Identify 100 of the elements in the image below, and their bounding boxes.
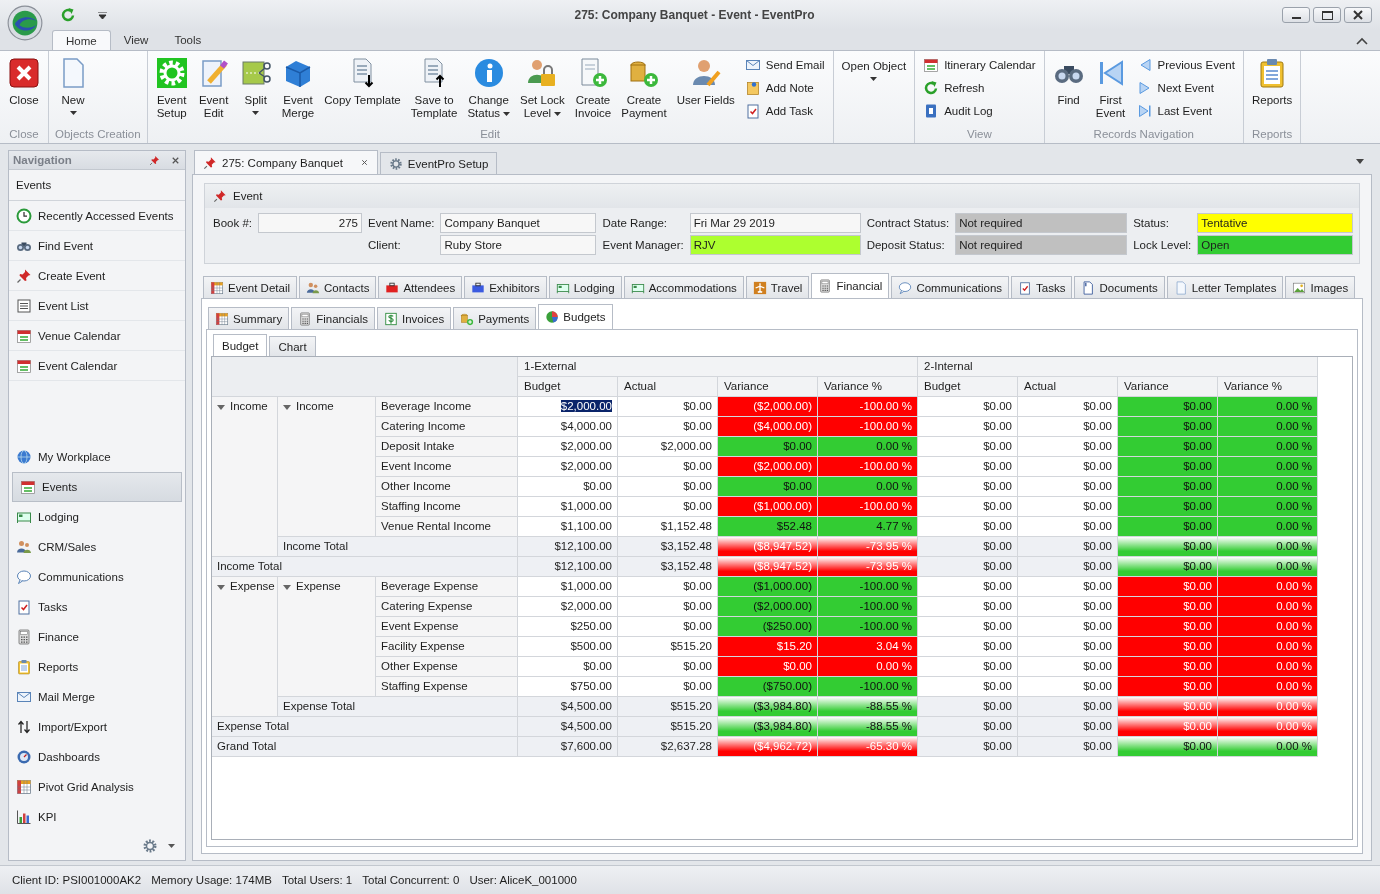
column-header[interactable]: Budget (518, 377, 618, 397)
ribbon-button[interactable]: Last Event (1136, 103, 1235, 119)
ribbon-button[interactable]: Split (235, 54, 276, 122)
ribbon-button[interactable]: Event Edit (193, 54, 234, 122)
caret-icon[interactable] (283, 403, 291, 411)
tab[interactable]: Contacts (299, 276, 377, 298)
tab[interactable]: Event Detail (203, 276, 297, 298)
tab[interactable]: Lodging (548, 276, 622, 298)
caret-icon[interactable] (98, 11, 107, 19)
maximize-button[interactable] (1313, 7, 1341, 23)
ribbon-tab[interactable]: Home (52, 30, 111, 50)
ribbon-button[interactable]: Create Payment (617, 54, 671, 122)
caret-icon[interactable] (1356, 159, 1364, 164)
nav-item[interactable]: Pivot Grid Analysis (9, 772, 185, 802)
document-tab[interactable]: EventPro Setup (379, 152, 498, 174)
nav-item[interactable]: Event List (9, 291, 185, 321)
ribbon-button[interactable]: Copy Template (320, 54, 405, 122)
tab[interactable]: Budget (213, 334, 268, 356)
input-field[interactable]: Not required (955, 235, 1128, 255)
column-header[interactable]: 2-Internal (918, 357, 1318, 377)
nav-item[interactable]: Mail Merge (9, 682, 185, 712)
nav-item[interactable]: Reports (9, 652, 185, 682)
tab[interactable]: Chart (269, 336, 316, 356)
close-button[interactable] (1344, 7, 1372, 23)
tab[interactable]: Images (1285, 276, 1356, 298)
input-field[interactable]: Not required (955, 213, 1128, 233)
tab[interactable]: Communications (891, 276, 1010, 298)
ribbon-button[interactable]: Refresh (923, 80, 1036, 96)
tab[interactable]: Letter Templates (1166, 276, 1284, 298)
tab[interactable]: Invoices (377, 307, 452, 329)
ribbon-button[interactable]: Event Merge (277, 54, 319, 122)
ribbon-button[interactable]: First Event (1090, 54, 1131, 122)
input-field[interactable]: Ruby Store (440, 235, 597, 255)
input-field[interactable]: Tentative (1197, 213, 1354, 233)
ribbon-button[interactable]: Open Object (837, 54, 911, 122)
input-field[interactable]: Open (1197, 235, 1354, 255)
document-tab[interactable]: 275: Company Banquet (194, 150, 378, 174)
configure-button[interactable] (142, 838, 175, 854)
input-field[interactable]: Fri Mar 29 2019 (689, 213, 861, 233)
ribbon-button[interactable]: Set Lock Level (516, 54, 569, 122)
nav-item[interactable]: CRM/Sales (9, 532, 185, 562)
nav-item[interactable]: Communications (9, 562, 185, 592)
tab[interactable]: Budgets (538, 304, 613, 329)
tab[interactable]: Summary (208, 307, 290, 329)
nav-item[interactable]: Import/Export (9, 712, 185, 742)
nav-item[interactable]: Dashboards (9, 742, 185, 772)
caret-icon[interactable] (217, 403, 225, 411)
input-field[interactable]: 275 (258, 213, 362, 233)
ribbon-button[interactable]: Reports (1247, 54, 1297, 122)
tab[interactable]: Payments (453, 307, 537, 329)
column-header[interactable]: Actual (1018, 377, 1118, 397)
ribbon-button[interactable]: Create Invoice (570, 54, 616, 122)
column-header[interactable]: Variance % (1218, 377, 1318, 397)
ribbon-button[interactable]: Audit Log (923, 103, 1036, 119)
minimize-button[interactable] (1282, 7, 1310, 23)
ribbon-button[interactable]: Close (4, 54, 44, 122)
chevron-icon[interactable] (1356, 37, 1368, 45)
ribbon-button[interactable]: Add Task (744, 103, 825, 119)
column-header[interactable]: Variance (1118, 377, 1218, 397)
input-field[interactable]: Company Banquet (440, 213, 597, 233)
ribbon-button[interactable]: Event Setup (151, 54, 192, 122)
tab[interactable]: Financials (291, 307, 375, 329)
tab[interactable]: Documents (1074, 276, 1165, 298)
ribbon-button[interactable]: Change Status (463, 54, 515, 122)
caret-icon[interactable] (283, 583, 291, 591)
ribbon-tab[interactable]: Tools (161, 30, 215, 50)
nav-item[interactable]: Venue Calendar (9, 321, 185, 351)
nav-item[interactable]: Recently Accessed Events (9, 201, 185, 231)
ribbon-button[interactable]: Send Email (744, 57, 825, 73)
ribbon-button[interactable]: New (53, 54, 93, 122)
caret-icon[interactable] (217, 583, 225, 591)
ribbon-tab[interactable]: View (110, 30, 162, 50)
nav-item[interactable]: Tasks (9, 592, 185, 622)
column-header[interactable]: Actual (618, 377, 718, 397)
ribbon-button[interactable]: Add Note (744, 80, 825, 96)
column-header[interactable]: Budget (918, 377, 1018, 397)
ribbon-button[interactable]: Find (1048, 54, 1089, 122)
tab[interactable]: Travel (745, 276, 810, 298)
ribbon-button[interactable]: User Fields (672, 54, 739, 122)
nav-item[interactable]: Lodging (9, 502, 185, 532)
ribbon-button[interactable]: Previous Event (1136, 57, 1235, 73)
column-header[interactable]: 1-External (518, 357, 918, 377)
column-header[interactable]: Variance (718, 377, 818, 397)
nav-item[interactable]: Events (12, 472, 182, 502)
nav-item[interactable]: Find Event (9, 231, 185, 261)
input-field[interactable]: RJV (689, 235, 861, 255)
ribbon-button[interactable]: Itinerary Calendar (923, 57, 1036, 73)
ribbon-button[interactable]: Next Event (1136, 80, 1235, 96)
nav-item[interactable]: Event Calendar (9, 351, 185, 381)
tab[interactable]: Accommodations (623, 276, 744, 298)
nav-item[interactable]: Finance (9, 622, 185, 652)
tab[interactable]: Tasks (1011, 276, 1073, 298)
nav-item[interactable]: My Workplace (9, 442, 185, 472)
tab[interactable]: Attendees (378, 276, 463, 298)
ribbon-button[interactable]: Save to Template (406, 54, 462, 122)
tab[interactable]: Exhibitors (464, 276, 547, 298)
column-header[interactable]: Variance % (818, 377, 918, 397)
tab[interactable]: Financial (811, 273, 890, 298)
nav-item[interactable]: Create Event (9, 261, 185, 291)
nav-item[interactable]: KPI (9, 802, 185, 832)
